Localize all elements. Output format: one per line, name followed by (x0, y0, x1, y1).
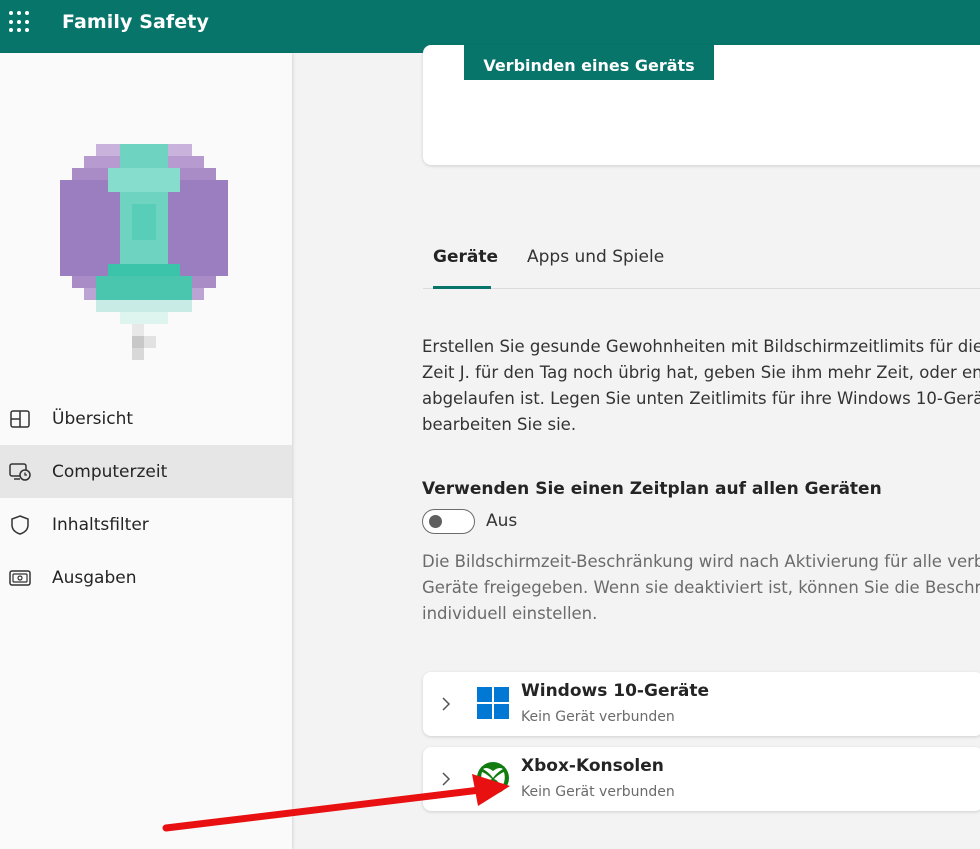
intro-line: Zeit J. für den Tag noch übrig hat, gebe… (422, 363, 980, 382)
intro-line: abgelaufen ist. Legen Sie unten Zeitlimi… (422, 389, 980, 408)
sidebar-item-label: Übersicht (52, 408, 134, 429)
connect-device-button[interactable]: Verbinden eines Geräts (464, 45, 714, 80)
sidebar-item-label: Ausgaben (52, 567, 137, 588)
intro-line: bearbeiten Sie sie. (422, 415, 577, 434)
toggle-knob (429, 515, 442, 528)
sidebar-item-content-filter[interactable]: Inhaltsfilter (0, 498, 292, 551)
main-content: Verbinden eines Geräts Geräte Apps und S… (292, 45, 980, 849)
sidebar-item-label: Computerzeit (52, 461, 168, 482)
chevron-right-icon (442, 772, 451, 786)
spending-icon (9, 567, 31, 589)
schedule-description: Die Bildschirmzeit-Beschränkung wird nac… (422, 549, 980, 627)
intro-text: Erstellen Sie gesunde Gewohnheiten mit B… (422, 334, 980, 438)
device-status: Kein Gerät verbunden (521, 709, 675, 725)
windows-logo-icon (477, 687, 509, 719)
desc-line: Die Bildschirmzeit-Beschränkung wird nac… (422, 552, 980, 571)
desc-line: Geräte freigegeben. Wenn sie deaktiviert… (422, 578, 980, 597)
connect-device-card: Verbinden eines Geräts (423, 45, 980, 165)
shield-icon (9, 514, 31, 536)
device-name: Windows 10-Geräte (521, 681, 709, 701)
device-card-xbox[interactable]: Xbox-Konsolen Kein Gerät verbunden (423, 747, 980, 811)
sidebar-item-spending[interactable]: Ausgaben (0, 551, 292, 604)
device-card-windows[interactable]: Windows 10-Geräte Kein Gerät verbunden (423, 672, 980, 736)
overview-icon (9, 408, 31, 430)
toggle-label: Aus (486, 511, 518, 531)
app-title: Family Safety (62, 11, 209, 33)
xbox-logo-icon (477, 762, 509, 794)
screen-time-icon (9, 461, 31, 483)
app-launcher-icon[interactable] (9, 11, 31, 33)
sidebar-item-label: Inhaltsfilter (52, 514, 149, 535)
desc-line: individuell einstellen. (422, 604, 598, 623)
intro-line: Erstellen Sie gesunde Gewohnheiten mit B… (422, 337, 980, 356)
tab-devices[interactable]: Geräte (433, 247, 498, 289)
sidebar: Übersicht Computerzeit Inhaltsfilter Aus… (0, 53, 292, 849)
tab-bar: Geräte Apps und Spiele (423, 243, 980, 289)
sidebar-item-screen-time[interactable]: Computerzeit (0, 445, 292, 498)
avatar-name-blur (132, 324, 156, 360)
schedule-toggle[interactable] (422, 509, 475, 534)
chevron-right-icon (442, 697, 451, 711)
sidebar-nav: Übersicht Computerzeit Inhaltsfilter Aus… (0, 392, 292, 604)
schedule-title: Verwenden Sie einen Zeitplan auf allen G… (422, 479, 882, 499)
sidebar-item-overview[interactable]: Übersicht (0, 392, 292, 445)
device-status: Kein Gerät verbunden (521, 784, 675, 800)
tab-apps-and-games[interactable]: Apps und Spiele (527, 247, 677, 288)
device-name: Xbox-Konsolen (521, 756, 664, 776)
